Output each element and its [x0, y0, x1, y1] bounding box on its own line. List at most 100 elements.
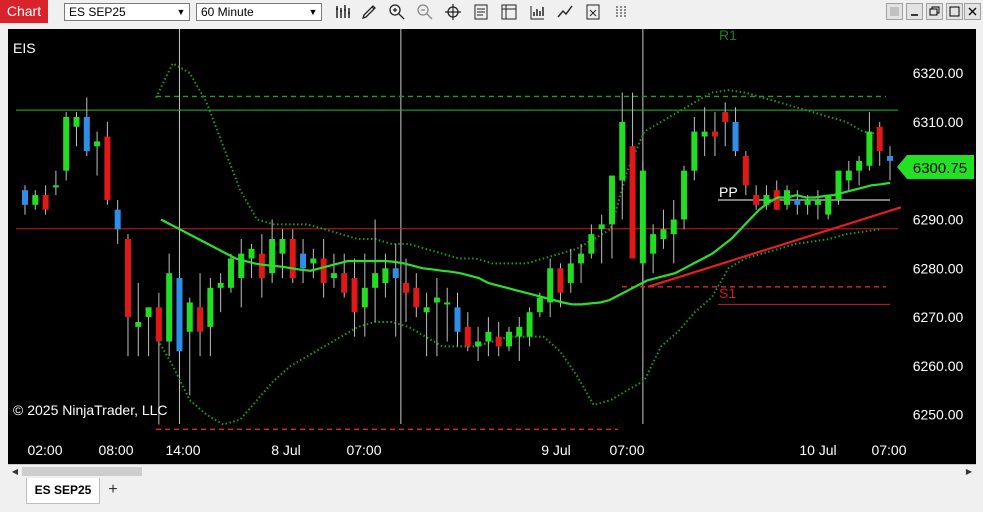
candle-body	[351, 278, 358, 313]
candle-body	[320, 258, 327, 283]
upper-band	[155, 61, 881, 265]
x-tick-label: 9 Jul	[541, 442, 571, 458]
copyright-text: © 2025 NinjaTrader, LLC	[13, 402, 168, 418]
restore-button[interactable]	[926, 3, 943, 20]
candle-body	[701, 131, 708, 137]
overlay-icon[interactable]	[610, 2, 632, 22]
interval-selector[interactable]: 60 Minute ▼	[196, 3, 322, 21]
candle-body	[845, 170, 852, 181]
scroll-right-icon[interactable]: ▶	[963, 466, 975, 478]
x-tick-label: 10 Jul	[799, 442, 836, 458]
candle-body	[83, 116, 90, 152]
candle-body	[691, 131, 698, 171]
candle-body	[660, 229, 667, 239]
candle-body	[619, 121, 626, 181]
candle-body	[310, 258, 317, 264]
scroll-thumb[interactable]	[22, 467, 142, 476]
templates-icon[interactable]	[582, 2, 604, 22]
candle-body	[629, 146, 636, 259]
candle-body	[382, 268, 389, 283]
close-button[interactable]	[964, 3, 981, 20]
candle-body	[413, 287, 420, 308]
drawing-tool-icon[interactable]	[358, 2, 380, 22]
candle-body	[104, 136, 111, 200]
indicators-icon[interactable]	[526, 2, 548, 22]
candle-body	[547, 268, 554, 303]
add-tab-button[interactable]: +	[102, 480, 124, 502]
interval-value: 60 Minute	[201, 5, 254, 19]
candle-body	[361, 287, 368, 308]
candle-body	[670, 219, 677, 235]
instrument-selector[interactable]: ES SEP25 ▼	[64, 3, 190, 21]
candle-body	[866, 131, 873, 166]
candle-body	[557, 268, 564, 293]
candle-body	[578, 253, 585, 264]
chart-scrollbar[interactable]: ◀ ▶	[8, 464, 976, 478]
candle-body	[63, 116, 70, 171]
candle-body	[485, 331, 492, 342]
candle-body	[681, 170, 688, 220]
candle-body	[269, 239, 276, 274]
minimize-button[interactable]	[906, 3, 923, 20]
crosshair-icon[interactable]	[442, 2, 464, 22]
last-price-label: 6300.75	[913, 160, 967, 177]
candle-body	[475, 341, 482, 347]
candle-body	[42, 195, 49, 210]
candle-body	[227, 258, 234, 288]
candle-body	[289, 239, 296, 279]
candle-body	[722, 112, 729, 122]
chevron-down-icon[interactable]: ▼	[305, 4, 321, 20]
price-chart[interactable]: R1 PP S1 EIS © 2025 NinjaTrader, LLC 6320.00 6…	[8, 29, 976, 464]
y-tick-label: 6290.00	[913, 211, 964, 227]
candle-body	[238, 253, 245, 279]
x-tick-label: 07:00	[871, 442, 906, 458]
candle-body	[454, 307, 461, 332]
chevron-down-icon[interactable]: ▼	[173, 4, 189, 20]
candle-body	[505, 331, 512, 347]
zoom-out-icon[interactable]	[414, 2, 436, 22]
candle-body	[516, 326, 523, 337]
candle-body	[650, 234, 657, 254]
candle-body	[742, 156, 749, 186]
candle-body	[825, 195, 832, 215]
candle-body	[186, 302, 193, 332]
x-tick-label: 8 Jul	[271, 442, 301, 458]
candle-body	[279, 239, 286, 254]
candle-body	[372, 273, 379, 288]
candle-body	[423, 307, 430, 313]
candle-body	[73, 116, 80, 127]
candle-body	[856, 160, 863, 171]
instrument-label: EIS	[13, 40, 36, 56]
candle-body	[536, 297, 543, 313]
candle-body	[464, 326, 471, 347]
y-tick-label: 6260.00	[913, 358, 964, 374]
strategies-icon[interactable]	[554, 2, 576, 22]
candle-body	[711, 131, 718, 137]
candle-body	[403, 282, 410, 293]
candle-body	[341, 273, 348, 293]
x-tick-label: 08:00	[98, 442, 133, 458]
bar-type-icon[interactable]	[332, 2, 354, 22]
candle-body	[330, 273, 337, 279]
zoom-in-icon[interactable]	[386, 2, 408, 22]
r1-label: R1	[719, 29, 737, 43]
y-tick-label: 6280.00	[913, 260, 964, 276]
candle-body	[155, 307, 162, 342]
chart-panel[interactable]: R1 PP S1 EIS © 2025 NinjaTrader, LLC 6320.00 6…	[8, 29, 976, 464]
candle-body	[124, 239, 131, 318]
properties-icon[interactable]	[470, 2, 492, 22]
window-menu-button[interactable]	[886, 3, 903, 20]
data-box-icon[interactable]	[498, 2, 520, 22]
candle-body	[887, 156, 893, 161]
scroll-left-icon[interactable]: ◀	[9, 466, 21, 478]
candle-body	[526, 312, 533, 337]
maximize-button[interactable]	[946, 3, 963, 20]
window-titlebar: Chart ES SEP25 ▼ 60 Minute ▼	[0, 0, 983, 24]
candle-body	[392, 268, 399, 279]
candle-body	[94, 141, 101, 147]
candle-body	[145, 307, 152, 318]
candle-body	[32, 195, 39, 205]
y-tick-label: 6270.00	[913, 309, 964, 325]
x-tick-label: 02:00	[27, 442, 62, 458]
tab-es-sep25[interactable]: ES SEP25	[26, 478, 100, 504]
